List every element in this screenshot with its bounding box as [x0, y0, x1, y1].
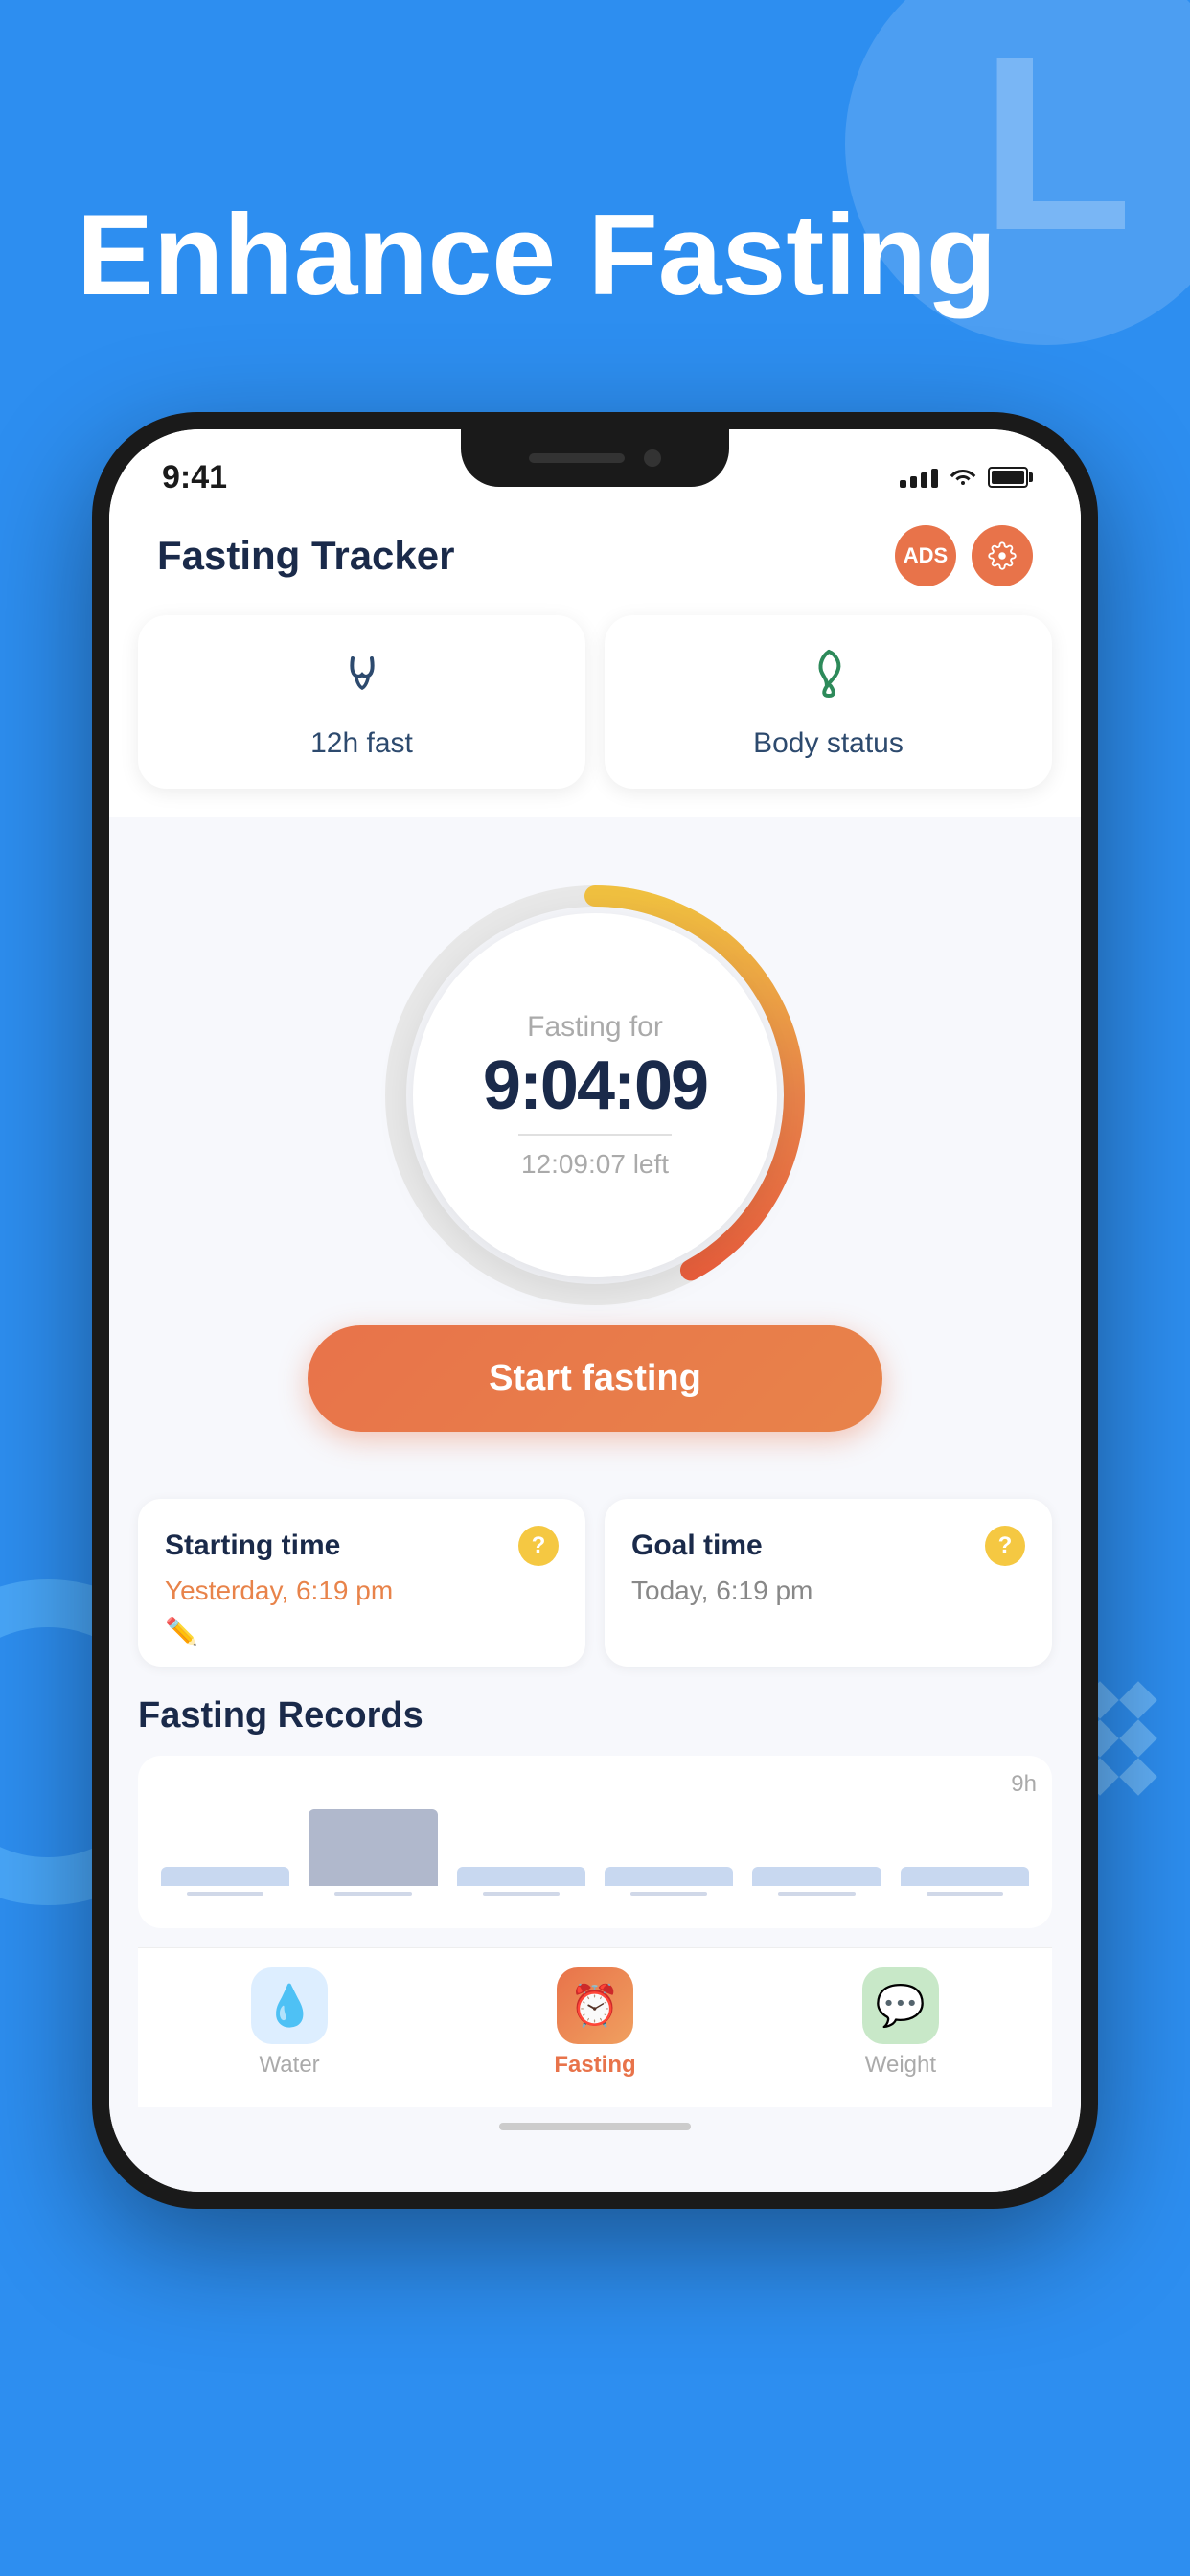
timer-section: Fasting for 9:04:09 12:09:07 left Start …	[138, 856, 1052, 1470]
signal-icon	[900, 467, 938, 488]
signal-bar-1	[900, 480, 906, 488]
bar-2	[309, 1809, 437, 1886]
bg-letter: L	[980, 19, 1133, 268]
timer-ring: Fasting for 9:04:09 12:09:07 left	[375, 875, 815, 1316]
chart-bar-3	[457, 1867, 585, 1896]
nav-weight[interactable]: 💬 Weight	[862, 1967, 939, 2079]
goal-time-help[interactable]: ?	[985, 1526, 1025, 1566]
fasting-nav-icon: ⏰	[557, 1967, 633, 2044]
home-bar	[499, 2123, 691, 2130]
ads-label: ADS	[904, 543, 948, 568]
settings-icon	[988, 541, 1017, 570]
time-cards: Starting time ? Yesterday, 6:19 pm ✏️ Go…	[138, 1499, 1052, 1667]
header-icons: ADS	[895, 525, 1033, 586]
goal-time-header: Goal time ?	[631, 1526, 1025, 1566]
edit-starting-time[interactable]: ✏️	[165, 1616, 559, 1647]
phone-outer: 9:41	[92, 412, 1098, 2209]
starting-time-header: Starting time ?	[165, 1526, 559, 1566]
app-title: Fasting Tracker	[157, 533, 454, 579]
bar-line-4	[630, 1892, 708, 1896]
fasting-nav-label: Fasting	[554, 2052, 635, 2079]
ads-button[interactable]: ADS	[895, 525, 956, 586]
page-title: Enhance Fasting	[77, 192, 996, 318]
chart-bar-1	[161, 1867, 289, 1896]
bar-line-5	[778, 1892, 856, 1896]
timer-divider	[518, 1134, 672, 1136]
starting-time-card: Starting time ? Yesterday, 6:19 pm ✏️	[138, 1499, 585, 1667]
goal-time-title: Goal time	[631, 1530, 763, 1562]
quick-cards: 12h fast Body status	[109, 606, 1081, 817]
notch-speaker	[529, 453, 625, 463]
starting-time-help[interactable]: ?	[518, 1526, 559, 1566]
home-indicator	[138, 2107, 1052, 2153]
bar-line-1	[187, 1892, 264, 1896]
chart-bar-2	[309, 1809, 437, 1896]
timer-display: Fasting for 9:04:09 12:09:07 left	[413, 913, 777, 1277]
status-time: 9:41	[162, 459, 227, 496]
chart-max-label: 9h	[1011, 1771, 1037, 1798]
status-icons	[900, 464, 1028, 492]
goal-time-value: Today, 6:19 pm	[631, 1576, 1025, 1606]
chart-bar-6	[901, 1867, 1029, 1896]
fast-icon	[333, 644, 391, 714]
phone-notch	[461, 429, 729, 487]
start-fasting-button[interactable]: Start fasting	[308, 1325, 882, 1432]
weight-nav-label: Weight	[865, 2052, 936, 2079]
battery-icon	[988, 467, 1028, 488]
quick-card-fast[interactable]: 12h fast	[138, 615, 585, 789]
bottom-nav: 💧 Water ⏰ Fasting 💬 Weight	[138, 1947, 1052, 2107]
bar-line-2	[334, 1892, 412, 1896]
quick-card-body[interactable]: Body status	[605, 615, 1052, 789]
bar-5	[752, 1867, 881, 1886]
bar-line-3	[483, 1892, 561, 1896]
wifi-icon	[950, 464, 976, 492]
bar-line-6	[927, 1892, 1004, 1896]
nav-fasting[interactable]: ⏰ Fasting	[554, 1967, 635, 2079]
chart-bar-5	[752, 1867, 881, 1896]
weight-nav-icon: 💬	[862, 1967, 939, 2044]
nav-water[interactable]: 💧 Water	[251, 1967, 328, 2079]
signal-bar-2	[910, 476, 917, 488]
timer-left: 12:09:07 left	[521, 1149, 669, 1180]
water-nav-icon: 💧	[251, 1967, 328, 2044]
phone-screen: 9:41	[109, 429, 1081, 2192]
timer-label: Fasting for	[527, 1011, 663, 1044]
bar-4	[605, 1867, 733, 1886]
starting-time-value: Yesterday, 6:19 pm	[165, 1576, 559, 1606]
settings-button[interactable]	[972, 525, 1033, 586]
battery-fill	[992, 471, 1024, 484]
fast-label: 12h fast	[310, 727, 413, 760]
body-icon	[800, 644, 858, 714]
bar-6	[901, 1867, 1029, 1886]
chart-bars	[161, 1779, 1029, 1905]
main-content: Fasting for 9:04:09 12:09:07 left Start …	[109, 817, 1081, 2192]
phone-mockup: 9:41	[92, 412, 1098, 2209]
bar-3	[457, 1867, 585, 1886]
records-chart: 9h	[138, 1756, 1052, 1928]
signal-bar-3	[921, 472, 927, 488]
chart-bar-4	[605, 1867, 733, 1896]
records-section: Fasting Records 9h	[138, 1695, 1052, 1928]
body-label: Body status	[753, 727, 904, 760]
notch-camera	[644, 449, 661, 467]
starting-time-title: Starting time	[165, 1530, 340, 1562]
bar-1	[161, 1867, 289, 1886]
app-header: Fasting Tracker ADS	[109, 506, 1081, 606]
signal-bar-4	[931, 469, 938, 488]
goal-time-card: Goal time ? Today, 6:19 pm	[605, 1499, 1052, 1667]
timer-time: 9:04:09	[483, 1051, 707, 1120]
water-nav-label: Water	[260, 2052, 320, 2079]
records-title: Fasting Records	[138, 1695, 1052, 1736]
